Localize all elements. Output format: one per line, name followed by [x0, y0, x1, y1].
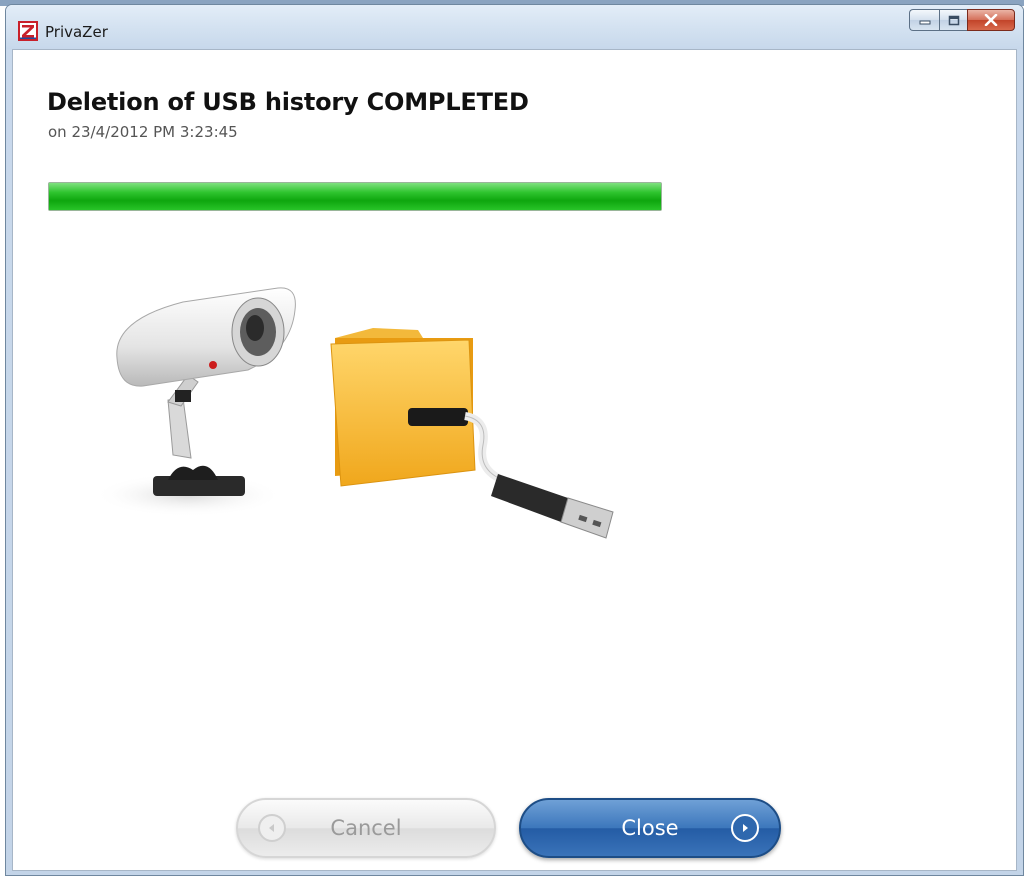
- cancel-button[interactable]: Cancel: [236, 798, 496, 858]
- close-window-button[interactable]: [967, 9, 1015, 31]
- minimize-button[interactable]: [909, 9, 939, 31]
- completion-timestamp: on 23/4/2012 PM 3:23:45: [48, 123, 238, 141]
- window-title: PrivaZer: [45, 23, 108, 41]
- minimize-icon: [919, 20, 930, 25]
- security-camera-icon: [93, 287, 296, 517]
- privazer-window: PrivaZer Deletion of USB history COMPLET…: [5, 4, 1024, 876]
- folder-icon: [330, 328, 476, 487]
- close-button[interactable]: Close: [519, 798, 781, 858]
- button-row: Cancel Close: [13, 798, 1016, 862]
- maximize-icon: [948, 15, 959, 25]
- cancel-button-label: Cancel: [330, 816, 402, 840]
- close-icon: [984, 14, 998, 26]
- usb-history-illustration: [93, 287, 614, 539]
- privazer-z-icon: [18, 21, 38, 41]
- progress-bar: [48, 182, 662, 211]
- client-area: Deletion of USB history COMPLETED on 23/…: [12, 49, 1017, 871]
- window-controls: [909, 9, 1015, 31]
- progress-fill: [49, 183, 661, 210]
- maximize-button[interactable]: [939, 9, 967, 31]
- right-arrow-circle-icon: [731, 814, 759, 842]
- title-bar[interactable]: PrivaZer: [6, 5, 1023, 49]
- page-title: Deletion of USB history COMPLETED: [47, 88, 529, 116]
